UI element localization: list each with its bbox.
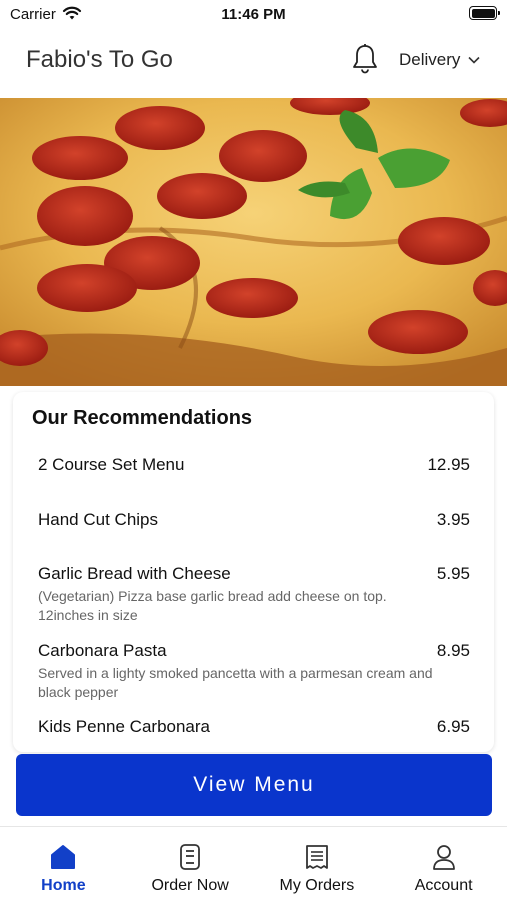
view-menu-button[interactable]: View Menu (16, 754, 492, 816)
item-name: Carbonara Pasta (38, 641, 167, 660)
menu-item[interactable]: Garlic Bread with Cheese 5.95 (Vegetaria… (38, 564, 470, 625)
receipt-icon (305, 845, 328, 869)
tab-my-orders[interactable]: My Orders (254, 827, 381, 900)
bottom-tab-bar: Home Order Now My Orders Account (0, 826, 507, 900)
item-price: 6.95 (436, 717, 470, 736)
chevron-down-icon (468, 56, 480, 64)
bell-icon[interactable] (351, 43, 379, 75)
delivery-label: Delivery (399, 50, 461, 69)
item-description: Served in a lighty smoked pancetta with … (38, 665, 433, 700)
tab-label: Home (41, 877, 86, 894)
hero-pizza-image (0, 98, 507, 386)
home-icon (51, 845, 76, 869)
tab-label: My Orders (279, 877, 355, 894)
delivery-dropdown[interactable]: Delivery (399, 50, 480, 70)
item-price: 12.95 (427, 455, 470, 474)
item-name: Garlic Bread with Cheese (38, 564, 231, 583)
tab-account[interactable]: Account (380, 827, 507, 900)
account-icon (432, 845, 455, 870)
menu-item[interactable]: Hand Cut Chips 3.95 (38, 510, 470, 530)
battery-icon (469, 6, 500, 20)
item-price: 5.95 (436, 564, 470, 583)
recommendations-title: Our Recommendations (32, 407, 253, 429)
item-price: 8.95 (436, 641, 470, 660)
menu-item[interactable]: 2 Course Set Menu 12.95 (38, 455, 470, 475)
menu-item[interactable]: Kids Penne Carbonara 6.95 (38, 717, 470, 737)
item-name: Kids Penne Carbonara (38, 717, 211, 736)
tab-home[interactable]: Home (0, 827, 127, 900)
tab-label: Order Now (151, 877, 229, 894)
tab-order-now[interactable]: Order Now (127, 827, 254, 900)
order-icon (180, 844, 201, 870)
status-time: 11:46 PM (221, 6, 286, 23)
recommendations-card: Our Recommendations 2 Course Set Menu 12… (13, 392, 494, 752)
item-name: Hand Cut Chips (38, 510, 159, 529)
status-bar: Carrier 11:46 PM (0, 0, 507, 30)
app-header: Fabio's To Go Delivery (0, 30, 507, 92)
tab-label: Account (414, 877, 473, 894)
menu-item[interactable]: Carbonara Pasta 8.95 Served in a lighty … (38, 641, 470, 702)
item-price: 3.95 (436, 510, 470, 529)
item-name: 2 Course Set Menu (38, 455, 185, 474)
page-title: Fabio's To Go (26, 46, 173, 73)
item-description: (Vegetarian) Pizza base garlic bread add… (38, 588, 387, 623)
